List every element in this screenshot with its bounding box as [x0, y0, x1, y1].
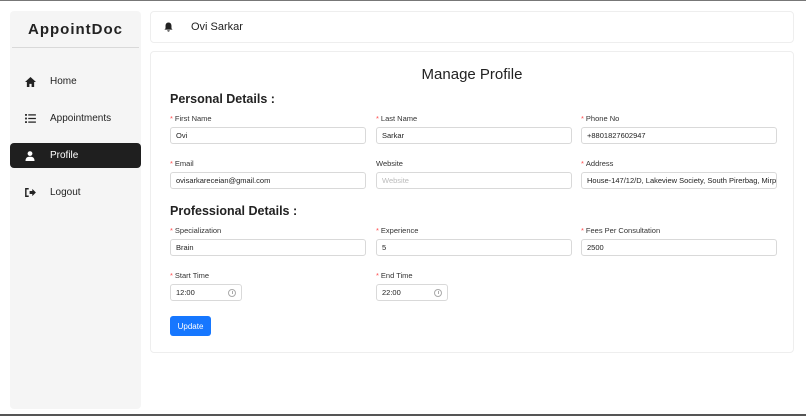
list-icon	[10, 114, 50, 123]
experience-input[interactable]: 5	[376, 239, 572, 256]
phone-input[interactable]: +8801827602947	[581, 127, 777, 144]
email-input[interactable]: ovisarkareceian@gmail.com	[170, 172, 366, 189]
last-name-label: Last Name	[380, 114, 418, 123]
clock-icon	[434, 288, 442, 297]
start-time-label: Start Time	[174, 271, 210, 280]
profile-card: Manage Profile Personal Details : * First…	[150, 51, 794, 353]
first-name-label: First Name	[174, 114, 212, 123]
required-mark: *	[170, 114, 173, 123]
required-mark: *	[581, 226, 584, 235]
sidebar-item-appointments[interactable]: Appointments	[10, 106, 141, 131]
sidebar-nav: Home Appointments Profile Logout	[10, 69, 141, 205]
user-name[interactable]: Ovi Sarkar	[191, 21, 243, 33]
home-icon	[10, 76, 50, 87]
page-title: Manage Profile	[421, 66, 523, 83]
last-name-field: * Last Name Sarkar	[376, 113, 572, 144]
fees-input[interactable]: 2500	[581, 239, 777, 256]
clock-icon	[228, 288, 236, 297]
sidebar-item-logout[interactable]: Logout	[10, 180, 141, 205]
required-mark: *	[581, 159, 584, 168]
email-label: Email	[174, 159, 194, 168]
experience-label: Experience	[380, 226, 419, 235]
sidebar-item-home[interactable]: Home	[10, 69, 141, 94]
start-time-picker[interactable]: 12:00	[170, 284, 242, 301]
fees-label: Fees Per Consultation	[585, 226, 661, 235]
address-label: Address	[585, 159, 614, 168]
address-field: * Address House-147/12/D, Lakeview Societ…	[581, 158, 777, 189]
required-mark: *	[581, 114, 584, 123]
specialization-input[interactable]: Brain	[170, 239, 366, 256]
sidebar-item-label: Appointments	[50, 113, 112, 124]
required-mark: *	[170, 226, 173, 235]
phone-field: * Phone No +8801827602947	[581, 113, 777, 144]
personal-details-heading: Personal Details :	[170, 92, 275, 106]
start-time-value: 12:00	[176, 288, 195, 297]
address-input[interactable]: House-147/12/D, Lakeview Society, South …	[581, 172, 777, 189]
professional-details-heading: Professional Details :	[170, 204, 298, 218]
logout-icon	[10, 188, 50, 197]
phone-label: Phone No	[585, 114, 620, 123]
start-time-field: * Start Time 12:00	[170, 270, 366, 301]
end-time-value: 22:00	[382, 288, 401, 297]
update-button[interactable]: Update	[170, 316, 211, 336]
end-time-label: End Time	[380, 271, 413, 280]
website-input[interactable]	[376, 172, 572, 189]
required-mark: *	[376, 226, 379, 235]
bell-icon[interactable]	[153, 22, 183, 32]
user-icon	[10, 150, 50, 161]
required-mark: *	[170, 271, 173, 280]
first-name-input[interactable]: Ovi	[170, 127, 366, 144]
required-mark: *	[376, 114, 379, 123]
website-field: Website	[376, 158, 572, 189]
fees-field: * Fees Per Consultation 2500	[581, 225, 777, 256]
sidebar: AppointDoc Home Appointments Profile Log…	[10, 11, 141, 409]
email-field: * Email ovisarkareceian@gmail.com	[170, 158, 366, 189]
website-label: Website	[376, 159, 403, 168]
specialization-label: Specialization	[174, 226, 222, 235]
specialization-field: * Specialization Brain	[170, 225, 366, 256]
sidebar-item-label: Profile	[50, 150, 79, 161]
app-logo: AppointDoc	[12, 11, 139, 48]
required-mark: *	[170, 159, 173, 168]
required-mark: *	[376, 271, 379, 280]
end-time-field: * End Time 22:00	[376, 270, 572, 301]
end-time-picker[interactable]: 22:00	[376, 284, 448, 301]
sidebar-item-label: Logout	[50, 187, 81, 198]
top-header: Ovi Sarkar	[150, 11, 794, 43]
last-name-input[interactable]: Sarkar	[376, 127, 572, 144]
sidebar-item-label: Home	[50, 76, 77, 87]
experience-field: * Experience 5	[376, 225, 572, 256]
first-name-field: * First Name Ovi	[170, 113, 366, 144]
sidebar-item-profile[interactable]: Profile	[10, 143, 141, 168]
